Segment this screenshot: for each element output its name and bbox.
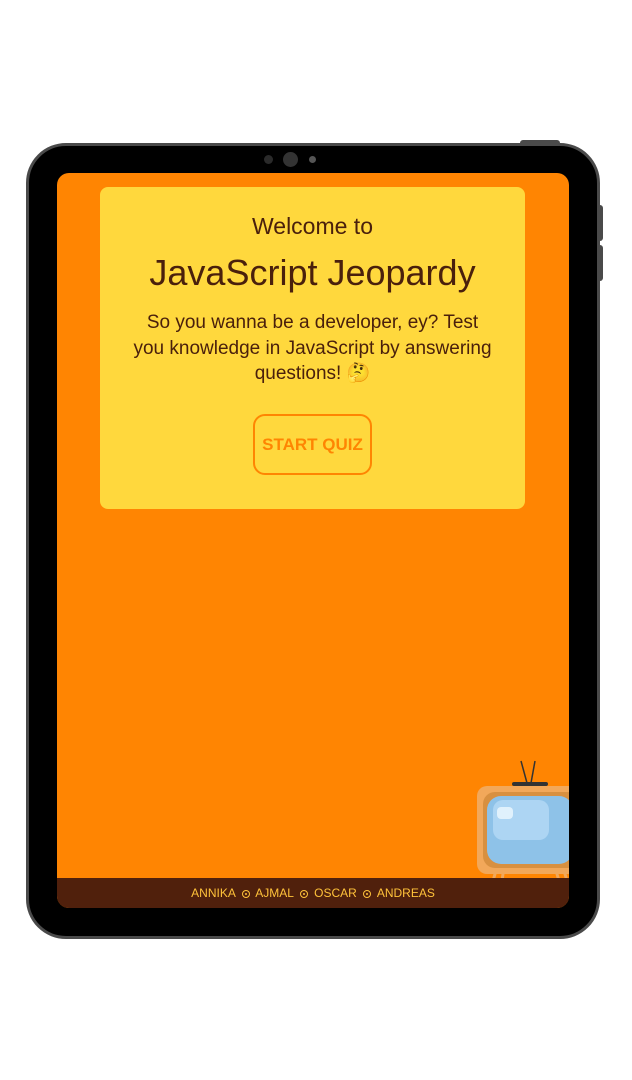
page-title: JavaScript Jeopardy bbox=[149, 252, 476, 293]
welcome-card: Welcome to JavaScript Jeopardy So you wa… bbox=[100, 187, 525, 509]
start-quiz-button[interactable]: START QUIZ bbox=[253, 413, 372, 475]
welcome-subtitle: So you wanna be a developer, ey? Test yo… bbox=[133, 312, 492, 384]
retro-tv-icon bbox=[477, 760, 569, 890]
credit-name: ANNIKA bbox=[191, 886, 236, 900]
credit-name: AJMAL bbox=[255, 886, 294, 900]
credit-name: OSCAR bbox=[314, 886, 357, 900]
dot-separator-icon bbox=[299, 889, 308, 898]
welcome-intro: Welcome to bbox=[251, 213, 373, 239]
credit-name: ANDREAS bbox=[376, 886, 435, 900]
app-screen: Welcome to JavaScript Jeopardy So you wa… bbox=[57, 173, 569, 908]
sensor-dot bbox=[264, 155, 273, 164]
sensor-dot bbox=[309, 156, 316, 163]
credits-footer: ANNIKA AJMAL OSCAR ANDREAS bbox=[57, 878, 569, 908]
dot-separator-icon bbox=[363, 889, 372, 898]
camera-icon bbox=[283, 152, 298, 167]
dot-separator-icon bbox=[241, 889, 250, 898]
